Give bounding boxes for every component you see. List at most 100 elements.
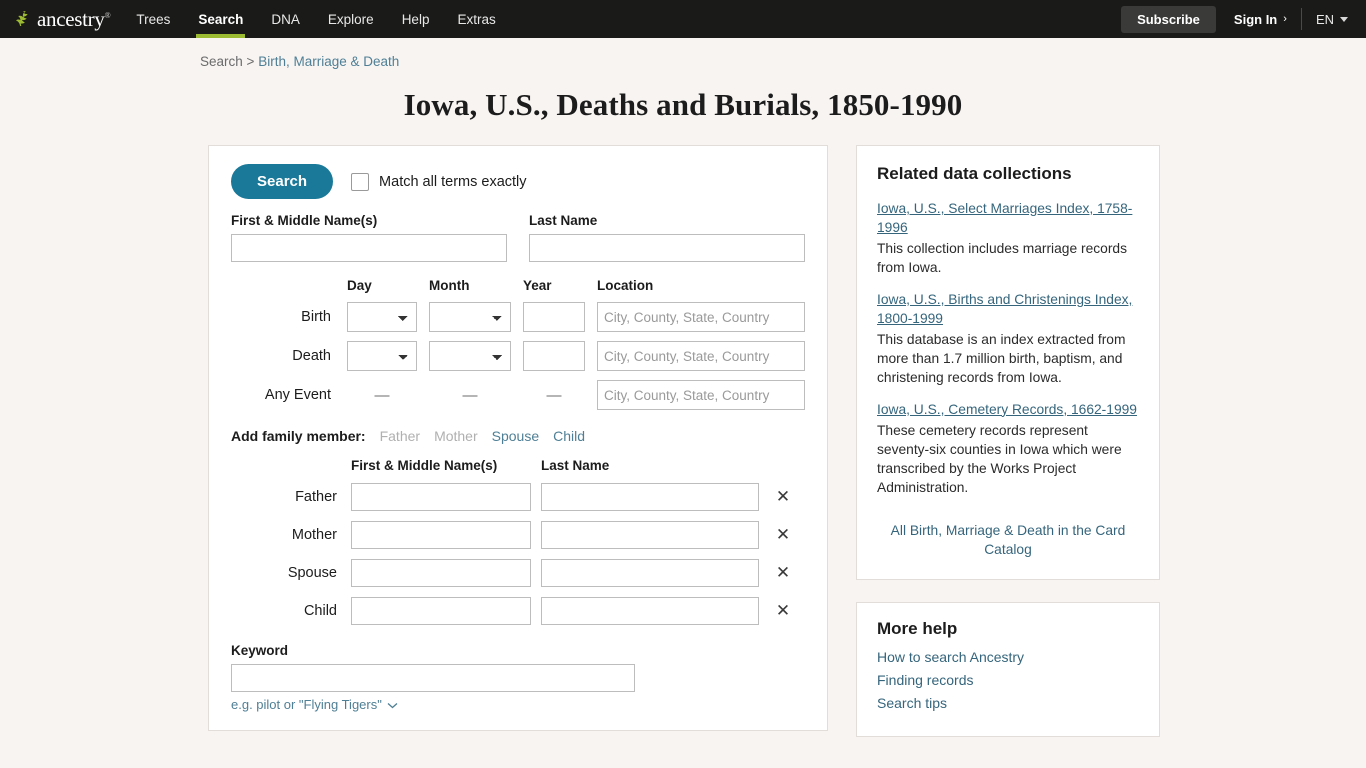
collection-description: This database is an index extracted from… [877,331,1126,385]
chevron-down-icon [1340,16,1348,22]
trademark-symbol: ® [104,10,111,20]
child-first-name-input[interactable] [351,597,531,625]
death-year-input[interactable] [523,341,585,371]
help-link-search-tips[interactable]: Search tips [877,695,1139,711]
search-action-row: Search Match all terms exactly [231,164,805,199]
mother-first-name-input[interactable] [351,521,531,549]
search-button[interactable]: Search [231,164,334,199]
collection-item: Iowa, U.S., Cemetery Records, 1662-1999 … [877,401,1139,497]
add-family-member-row: Add family member: Father Mother Spouse … [231,428,805,444]
birth-year-input[interactable] [523,302,585,332]
collection-item: Iowa, U.S., Births and Christenings Inde… [877,291,1139,387]
chevron-down-icon [387,697,398,712]
any-event-row-label: Any Event [264,387,331,403]
collection-link[interactable]: Iowa, U.S., Cemetery Records, 1662-1999 [877,402,1137,417]
death-location-input[interactable] [597,341,805,371]
breadcrumb-current[interactable]: Birth, Marriage & Death [258,54,399,69]
birth-row-label: Birth [301,309,331,325]
location-column-header: Location [597,278,654,293]
spouse-last-name-input[interactable] [541,559,759,587]
top-navigation-bar: ancestry® Trees Search DNA Explore Help … [0,0,1366,38]
help-link-how-to-search[interactable]: How to search Ancestry [877,649,1139,665]
related-collections-title: Related data collections [877,164,1072,183]
related-collections-card: Related data collections Iowa, U.S., Sel… [856,145,1160,580]
name-fields-row: First & Middle Name(s) Last Name [231,213,805,262]
remove-mother-icon[interactable]: ✕ [769,526,797,544]
add-father-link: Father [379,428,421,444]
keyword-hint-text: e.g. pilot or "Flying Tigers" [231,697,382,712]
death-day-select[interactable] [347,341,417,371]
chevron-right-icon: › [1283,13,1287,25]
match-exactly-group: Match all terms exactly [351,172,527,191]
remove-spouse-icon[interactable]: ✕ [769,564,797,582]
day-column-header: Day [347,278,372,293]
ancestry-logo[interactable]: ancestry® [0,0,122,38]
family-last-name-header: Last Name [541,458,610,473]
collection-link[interactable]: Iowa, U.S., Select Marriages Index, 1758… [877,201,1132,235]
match-all-terms-checkbox[interactable] [351,172,370,191]
child-row-label: Child [303,603,337,619]
father-row-label: Father [295,489,337,505]
card-catalog-link[interactable]: All Birth, Marriage & Death in the Card … [877,521,1139,559]
spouse-row-label: Spouse [287,565,337,581]
remove-child-icon[interactable]: ✕ [769,602,797,620]
any-event-year-dash: — [546,386,562,404]
nav-item-dna[interactable]: DNA [257,0,314,38]
page-title: Iowa, U.S., Deaths and Burials, 1850-199… [403,87,963,122]
birth-location-input[interactable] [597,302,805,332]
nav-item-search[interactable]: Search [184,0,257,38]
last-name-group: Last Name [529,213,805,262]
child-last-name-input[interactable] [541,597,759,625]
language-selector[interactable]: EN [1302,12,1356,27]
add-family-member-label: Add family member: [231,428,366,444]
birth-day-select[interactable] [347,302,417,332]
sign-in-link[interactable]: Sign In › [1216,12,1301,27]
nav-right-group: Subscribe Sign In › EN [1121,0,1366,38]
first-name-group: First & Middle Name(s) [231,213,507,262]
last-name-input[interactable] [529,234,805,262]
father-last-name-input[interactable] [541,483,759,511]
collection-description: This collection includes marriage record… [877,240,1127,275]
keyword-label: Keyword [231,643,289,658]
nav-item-trees[interactable]: Trees [122,0,184,38]
main-nav: Trees Search DNA Explore Help Extras [122,0,509,38]
collection-link[interactable]: Iowa, U.S., Births and Christenings Inde… [877,292,1132,326]
event-date-grid: Day Month Year Location Birth Death Any … [231,278,805,410]
logo-wordmark: ancestry® [37,6,111,31]
more-help-title: More help [877,618,958,638]
spouse-first-name-input[interactable] [351,559,531,587]
nav-item-extras[interactable]: Extras [443,0,509,38]
birth-month-select[interactable] [429,302,511,332]
death-row-label: Death [292,348,331,364]
breadcrumb: Search > Birth, Marriage & Death [0,38,1366,69]
page-content: Search Match all terms exactly First & M… [0,123,1366,737]
death-month-select[interactable] [429,341,511,371]
subscribe-button[interactable]: Subscribe [1121,5,1216,33]
last-name-label: Last Name [529,213,598,228]
sidebar: Related data collections Iowa, U.S., Sel… [856,145,1160,737]
any-event-location-input[interactable] [597,380,805,410]
mother-row-label: Mother [291,527,337,543]
breadcrumb-root[interactable]: Search [200,54,243,69]
year-column-header: Year [523,278,552,293]
first-name-input[interactable] [231,234,507,262]
father-first-name-input[interactable] [351,483,531,511]
family-members-grid: First & Middle Name(s) Last Name Father … [231,458,805,625]
help-link-finding-records[interactable]: Finding records [877,672,1139,688]
keyword-input[interactable] [231,664,635,692]
remove-father-icon[interactable]: ✕ [769,488,797,506]
leaf-icon [14,9,34,29]
breadcrumb-separator: > [246,54,255,69]
keyword-hint-toggle[interactable]: e.g. pilot or "Flying Tigers" [231,697,398,712]
first-name-label: First & Middle Name(s) [231,213,378,228]
add-child-link[interactable]: Child [553,428,585,444]
search-form-card: Search Match all terms exactly First & M… [208,145,828,731]
nav-item-help[interactable]: Help [388,0,444,38]
keyword-group: Keyword e.g. pilot or "Flying Tigers" [231,643,805,714]
add-spouse-link[interactable]: Spouse [492,428,539,444]
collection-description: These cemetery records represent seventy… [877,422,1122,495]
mother-last-name-input[interactable] [541,521,759,549]
collection-item: Iowa, U.S., Select Marriages Index, 1758… [877,200,1139,277]
month-column-header: Month [429,278,470,293]
nav-item-explore[interactable]: Explore [314,0,388,38]
